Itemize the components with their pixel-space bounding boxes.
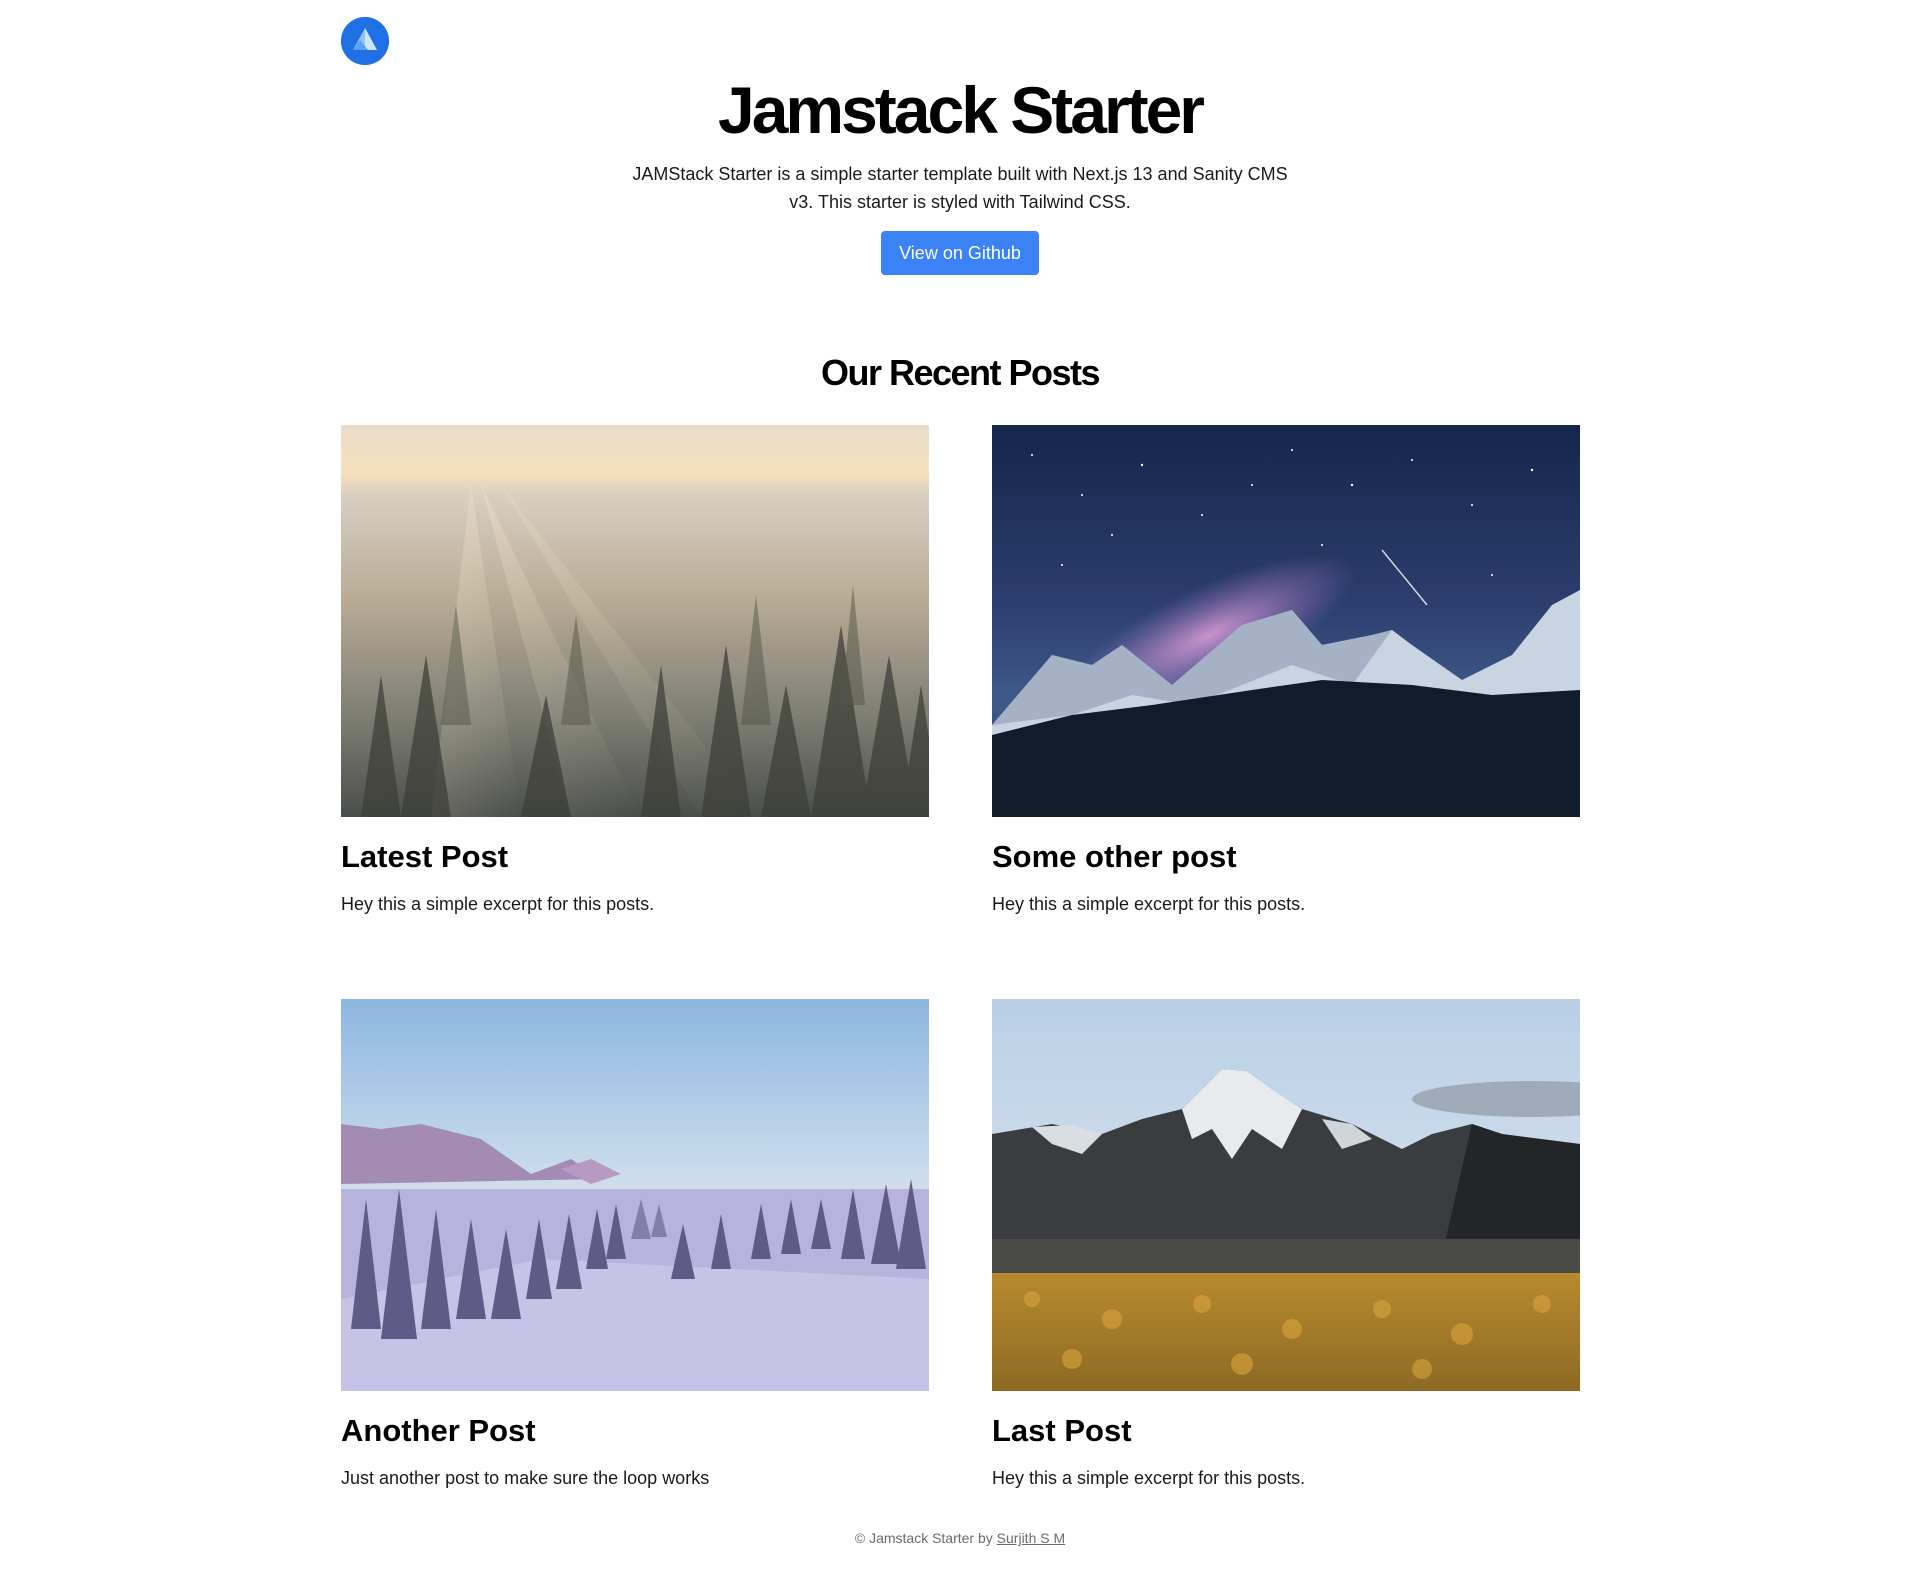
post-image[interactable] (992, 425, 1580, 817)
post-card[interactable]: Some other post Hey this a simple excerp… (992, 425, 1580, 917)
post-title[interactable]: Some other post (992, 837, 1580, 877)
post-title[interactable]: Another Post (341, 1411, 929, 1451)
post-title[interactable]: Latest Post (341, 837, 929, 877)
post-excerpt: Hey this a simple excerpt for this posts… (992, 894, 1306, 914)
misty-forest-sunrise-photo (341, 425, 929, 817)
snowy-forest-valley-photo (341, 999, 929, 1391)
snow-peak-golden-field-photo (992, 999, 1580, 1391)
post-card[interactable]: Latest Post Hey this a simple excerpt fo… (341, 425, 929, 917)
site-description: JAMStack Starter is a simple starter tem… (632, 164, 1288, 212)
post-excerpt: Hey this a simple excerpt for this posts… (992, 1468, 1306, 1488)
post-image[interactable] (341, 999, 929, 1391)
post-image[interactable] (992, 999, 1580, 1391)
site-logo[interactable] (341, 17, 389, 65)
post-excerpt: Hey this a simple excerpt for this posts… (341, 894, 655, 914)
post-excerpt: Just another post to make sure the loop … (341, 1468, 710, 1488)
milky-way-mountains-photo (992, 425, 1580, 817)
post-card[interactable]: Another Post Just another post to make s… (341, 999, 929, 1491)
post-title[interactable]: Last Post (992, 1411, 1580, 1451)
mountain-logo-icon (341, 17, 389, 65)
hero-section: Jamstack Starter JAMStack Starter is a s… (0, 70, 1920, 275)
post-image[interactable] (341, 425, 929, 817)
author-link[interactable]: Surjith S M (997, 1530, 1065, 1546)
post-card[interactable]: Last Post Hey this a simple excerpt for … (992, 999, 1580, 1491)
view-on-github-button[interactable]: View on Github (881, 231, 1039, 275)
site-title: Jamstack Starter (718, 73, 1205, 147)
recent-posts-heading: Our Recent Posts (820, 352, 1101, 393)
footer: © Jamstack Starter by Surjith S M (0, 1528, 1920, 1548)
footer-copyright: © Jamstack Starter by (854, 1530, 993, 1546)
